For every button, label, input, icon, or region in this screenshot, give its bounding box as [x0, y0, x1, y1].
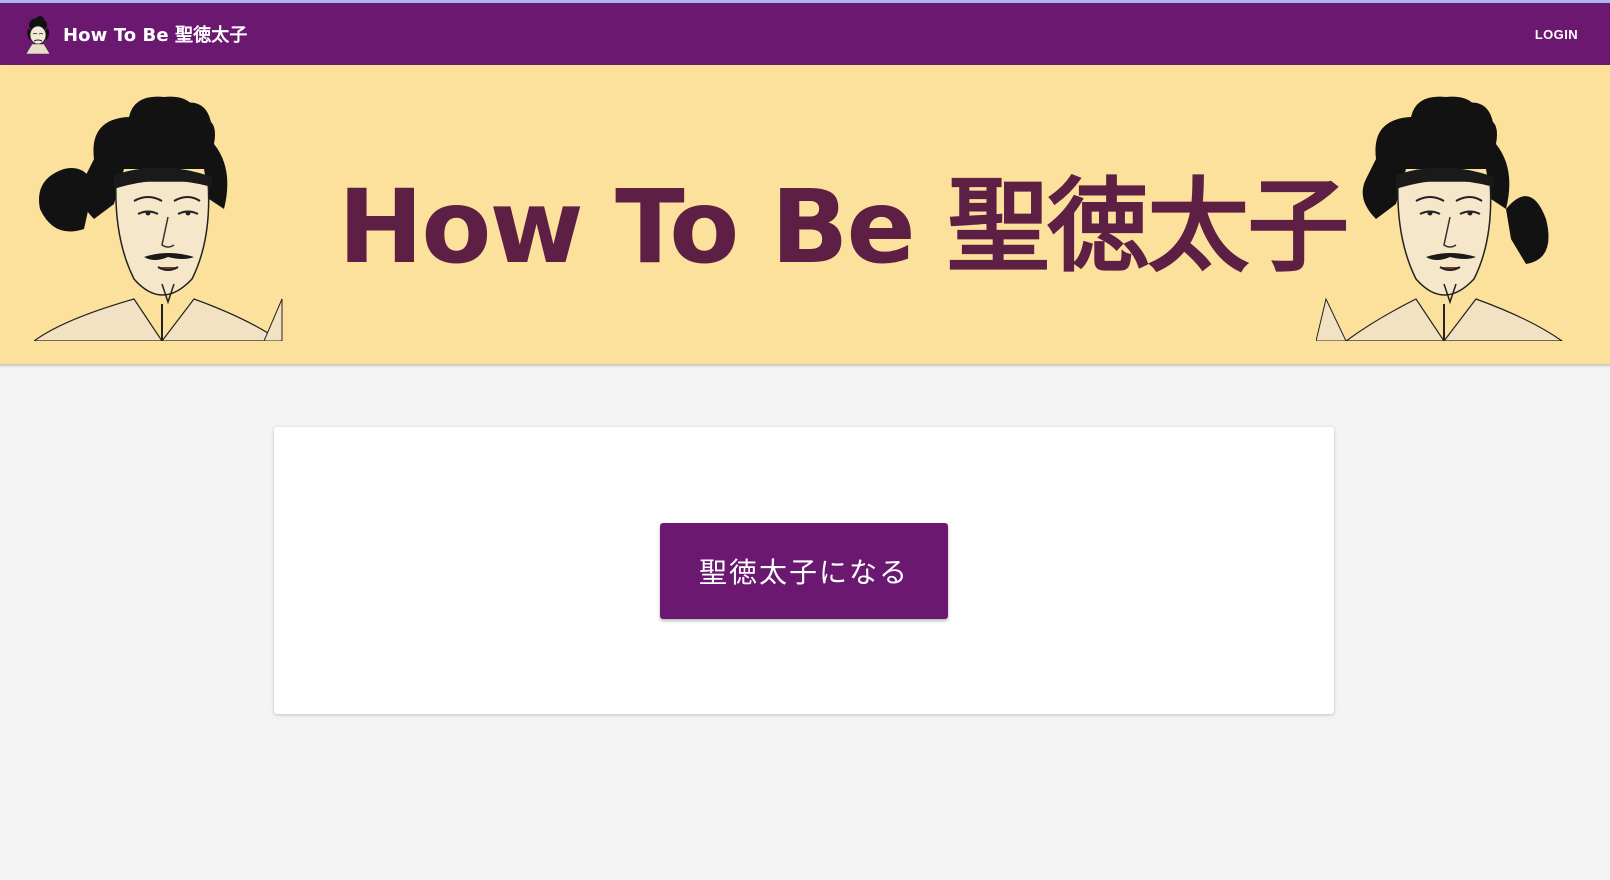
shotoku-taishi-portrait-icon [34, 96, 283, 341]
banner-title: How To Be 聖徳太子 [338, 168, 1349, 287]
top-navbar: How To Be 聖徳太子 LOGIN [0, 3, 1610, 65]
brand[interactable]: How To Be 聖徳太子 [18, 14, 247, 54]
app-title: How To Be 聖徳太子 [63, 25, 248, 46]
login-link[interactable]: LOGIN [1535, 27, 1578, 42]
shotoku-taishi-portrait-icon [25, 16, 51, 54]
become-shotoku-button[interactable]: 聖徳太子になる [660, 523, 948, 619]
hero-banner: How To Be 聖徳太子 [0, 65, 1610, 365]
shotoku-taishi-portrait-icon [1316, 96, 1564, 341]
main-card: 聖徳太子になる [274, 427, 1334, 714]
